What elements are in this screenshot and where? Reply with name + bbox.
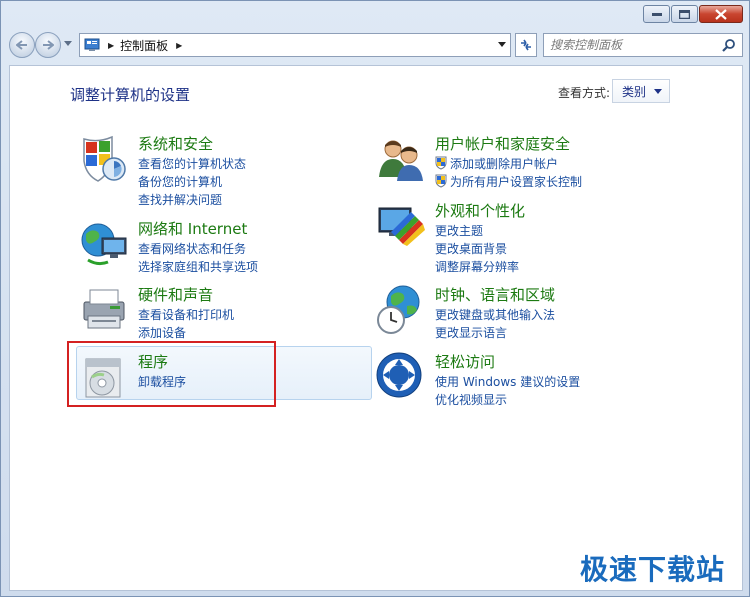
breadcrumb-control-panel[interactable]: 控制面板: [120, 37, 168, 54]
link-view-network-status[interactable]: 查看网络状态和任务: [138, 239, 258, 257]
category-title[interactable]: 用户帐户和家庭安全: [435, 133, 570, 154]
system-security-icon[interactable]: [78, 133, 130, 185]
link-add-device[interactable]: 添加设备: [138, 323, 234, 341]
link-homegroup-sharing[interactable]: 选择家庭组和共享选项: [138, 257, 258, 275]
link-backup-computer[interactable]: 备份您的计算机: [138, 172, 246, 190]
category-title[interactable]: 网络和 Internet: [138, 218, 247, 239]
category-title[interactable]: 轻松访问: [435, 351, 495, 372]
navigation-toolbar: ▶ 控制面板 ▶: [9, 32, 743, 58]
search-box: [543, 33, 743, 57]
view-by-label: 查看方式:: [558, 86, 611, 100]
recent-pages-chevron-down-icon[interactable]: [64, 41, 72, 47]
link-change-theme[interactable]: 更改主题: [435, 221, 519, 239]
breadcrumb-separator-icon[interactable]: ▶: [108, 41, 114, 50]
category-appearance: 外观和个性化 更改主题 更改桌面背景 调整屏幕分辨率: [375, 200, 675, 274]
refresh-button[interactable]: [515, 33, 537, 57]
breadcrumb-separator-icon[interactable]: ▶: [176, 41, 182, 50]
category-network-internet: 网络和 Internet 查看网络状态和任务 选择家庭组和共享选项: [78, 218, 378, 284]
link-devices-printers[interactable]: 查看设备和打印机: [138, 305, 234, 323]
link-add-remove-users[interactable]: 添加或删除用户帐户: [435, 154, 582, 172]
refresh-icon: [521, 39, 531, 51]
minimize-icon: [651, 13, 662, 16]
view-by-value: 类别: [622, 84, 647, 99]
maximize-button[interactable]: [671, 5, 698, 23]
window-controls: [643, 5, 743, 23]
search-input[interactable]: [550, 38, 720, 52]
link-adjust-resolution[interactable]: 调整屏幕分辨率: [435, 257, 519, 275]
programs-highlight-frame: [67, 341, 276, 407]
category-user-accounts: 用户帐户和家庭安全 添加或删除用户帐户 为所有用户设置家长控制: [375, 133, 675, 199]
user-accounts-icon[interactable]: [375, 133, 427, 185]
link-find-fix-problems[interactable]: 查找并解决问题: [138, 190, 246, 208]
link-view-computer-status[interactable]: 查看您的计算机状态: [138, 154, 246, 172]
back-button[interactable]: [9, 32, 35, 58]
category-system-security: 系统和安全 查看您的计算机状态 备份您的计算机 查找并解决问题: [78, 133, 378, 207]
search-icon[interactable]: [722, 38, 736, 52]
chevron-down-icon: [654, 88, 663, 94]
link-change-desktop-background[interactable]: 更改桌面背景: [435, 239, 519, 257]
uac-shield-icon: [435, 156, 447, 170]
arrow-left-icon: [16, 40, 27, 50]
uac-shield-icon: [435, 174, 447, 188]
link-text: 为所有用户设置家长控制: [450, 174, 583, 189]
maximize-icon: [679, 9, 690, 19]
close-button[interactable]: [699, 5, 743, 23]
site-watermark: 极速下载站: [580, 553, 726, 586]
link-windows-suggested-settings[interactable]: 使用 Windows 建议的设置: [435, 372, 580, 390]
network-internet-icon[interactable]: [78, 218, 130, 270]
arrow-right-icon: [43, 40, 54, 50]
category-ease-of-access: 轻松访问 使用 Windows 建议的设置 优化视频显示: [375, 351, 675, 417]
control-panel-icon: [84, 38, 100, 51]
category-clock-language: 时钟、语言和区域 更改键盘或其他输入法 更改显示语言: [375, 284, 675, 350]
view-by-dropdown[interactable]: 类别: [612, 79, 670, 103]
link-change-keyboard-input[interactable]: 更改键盘或其他输入法: [435, 305, 555, 323]
link-text: 添加或删除用户帐户: [450, 156, 559, 171]
ease-of-access-icon[interactable]: [375, 351, 427, 403]
close-icon: [715, 8, 727, 20]
appearance-icon[interactable]: [375, 200, 427, 252]
address-bar[interactable]: ▶ 控制面板 ▶: [79, 33, 511, 57]
link-parental-controls[interactable]: 为所有用户设置家长控制: [435, 172, 582, 190]
forward-button[interactable]: [35, 32, 61, 58]
link-optimize-visual-display[interactable]: 优化视频显示: [435, 390, 580, 408]
category-title[interactable]: 外观和个性化: [435, 200, 525, 221]
category-title[interactable]: 硬件和声音: [138, 284, 213, 305]
address-history-chevron-down-icon[interactable]: [498, 42, 506, 48]
hardware-sound-icon[interactable]: [78, 284, 130, 336]
minimize-button[interactable]: [643, 5, 670, 23]
page-title: 调整计算机的设置: [70, 86, 191, 104]
category-title[interactable]: 时钟、语言和区域: [435, 284, 555, 305]
link-change-display-language[interactable]: 更改显示语言: [435, 323, 555, 341]
clock-language-icon[interactable]: [375, 284, 427, 336]
category-title[interactable]: 系统和安全: [138, 133, 213, 154]
